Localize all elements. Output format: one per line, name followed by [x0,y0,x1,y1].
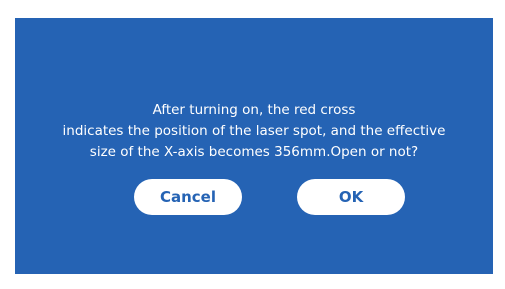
ok-button[interactable]: OK [297,179,405,215]
confirm-dialog: After turning on, the red cross indicate… [15,18,493,274]
dialog-message: After turning on, the red cross indicate… [15,100,493,163]
dialog-message-line-2: indicates the position of the laser spot… [62,123,446,139]
dialog-message-line-1: After turning on, the red cross [152,102,356,118]
cancel-button[interactable]: Cancel [134,179,242,215]
dialog-message-line-3: size of the X-axis becomes 356mm.Open or… [89,144,419,160]
